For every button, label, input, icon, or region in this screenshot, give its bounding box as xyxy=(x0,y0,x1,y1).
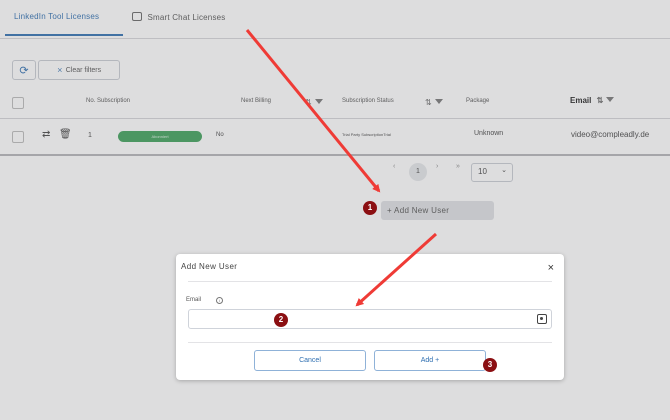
step-marker-3: 3 xyxy=(483,358,497,372)
annotation-arrows xyxy=(245,29,438,307)
step-marker-2: 2 xyxy=(274,313,288,327)
arrow-to-add-user-button xyxy=(245,29,381,193)
arrow-to-email-field xyxy=(355,232,438,307)
step-marker-1: 1 xyxy=(363,201,377,215)
